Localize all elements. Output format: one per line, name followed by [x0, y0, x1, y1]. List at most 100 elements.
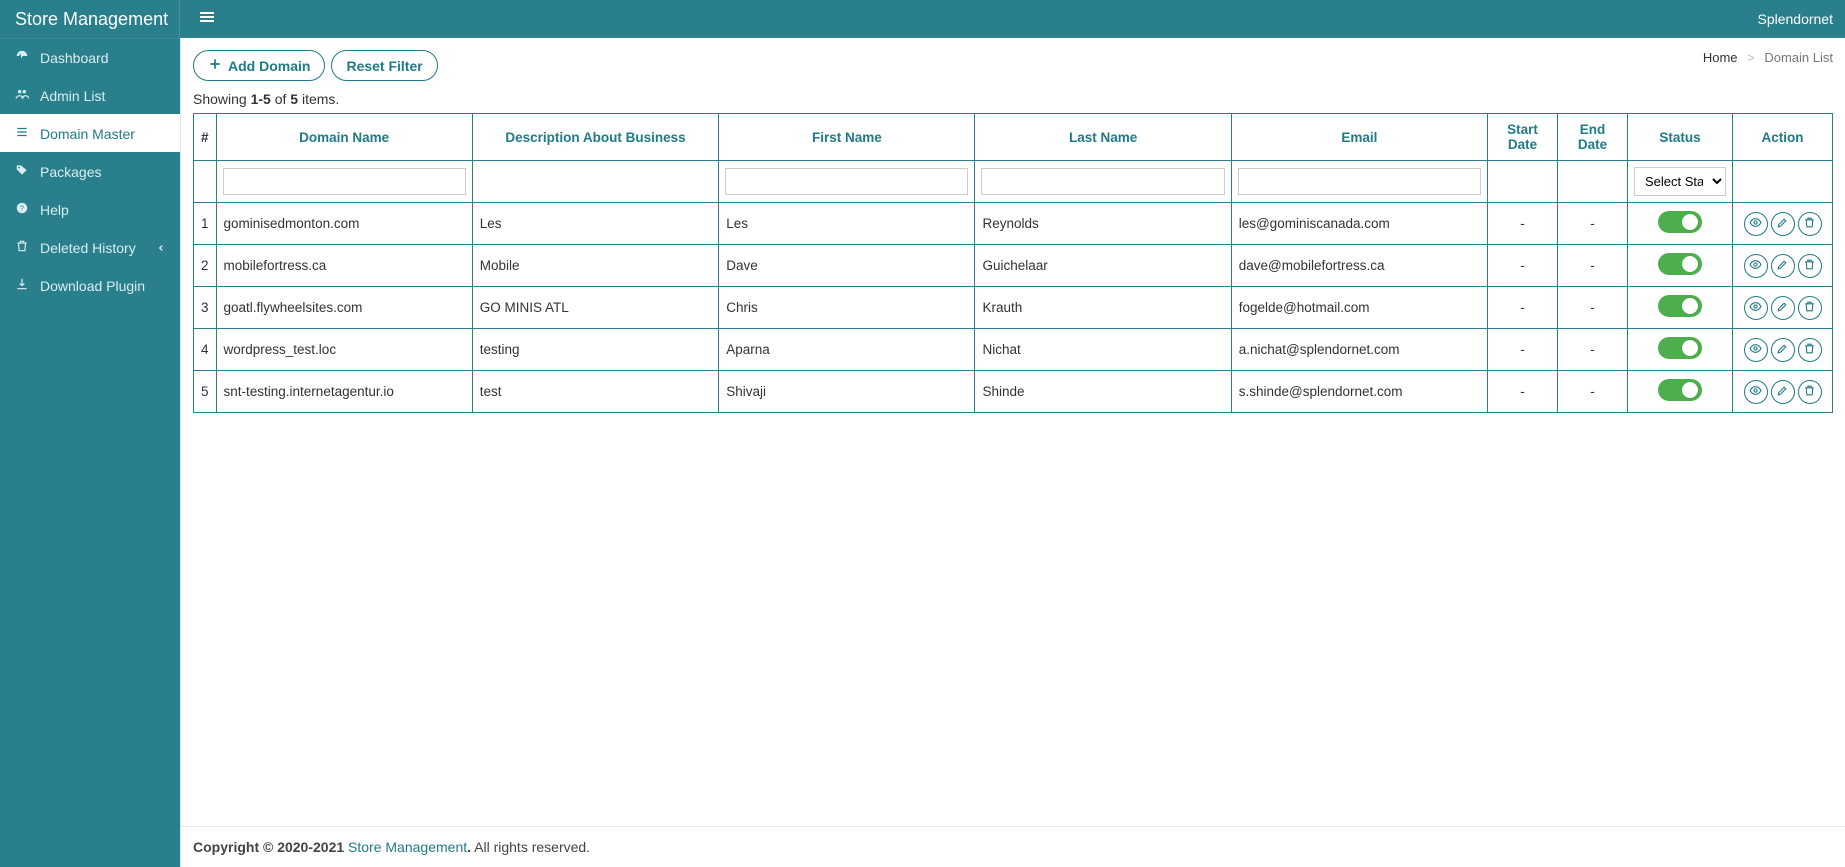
view-button[interactable]: [1744, 296, 1768, 320]
cell-status: [1628, 287, 1733, 329]
cell-end: -: [1558, 203, 1628, 245]
delete-button[interactable]: [1798, 338, 1822, 362]
sidebar-item-label: Download Plugin: [40, 278, 145, 294]
sidebar-item-packages[interactable]: Packages: [0, 152, 180, 190]
status-toggle[interactable]: [1658, 253, 1702, 275]
sidebar-item-download-plugin[interactable]: Download Plugin: [0, 266, 180, 304]
results-summary: Showing 1-5 of 5 items.: [193, 91, 1833, 107]
cell-num: 3: [194, 287, 217, 329]
cell-desc: Mobile: [472, 245, 719, 287]
cell-desc: test: [472, 371, 719, 413]
brand-logo[interactable]: Store Management: [0, 0, 180, 38]
col-action[interactable]: Action: [1733, 114, 1833, 161]
col-email[interactable]: Email: [1231, 114, 1487, 161]
sidebar-item-admin-list[interactable]: Admin List: [0, 76, 180, 114]
sidebar: Dashboard Admin List Domain Master Packages…: [0, 38, 180, 867]
footer-brand-link[interactable]: Store Management: [348, 839, 467, 855]
breadcrumb-home[interactable]: Home: [1703, 50, 1738, 65]
add-domain-button[interactable]: Add Domain: [193, 50, 325, 81]
breadcrumb-sep: >: [1747, 50, 1755, 65]
cell-email: les@gominiscanada.com: [1231, 203, 1487, 245]
col-first[interactable]: First Name: [719, 114, 975, 161]
col-start[interactable]: Start Date: [1488, 114, 1558, 161]
cell-domain: wordpress_test.loc: [216, 329, 472, 371]
col-end[interactable]: End Date: [1558, 114, 1628, 161]
table-row: 2mobilefortress.caMobileDaveGuichelaarda…: [194, 245, 1833, 287]
chevron-left-icon: [156, 240, 166, 256]
edit-button[interactable]: [1771, 296, 1795, 320]
delete-button[interactable]: [1798, 254, 1822, 278]
edit-button[interactable]: [1771, 254, 1795, 278]
plus-icon: [208, 57, 222, 74]
app-header: Store Management Splendornet: [0, 0, 1845, 38]
cell-last: Nichat: [975, 329, 1231, 371]
pencil-icon: [1776, 384, 1789, 400]
users-icon: [14, 87, 30, 104]
cell-domain: gominisedmonton.com: [216, 203, 472, 245]
trash-icon: [1803, 342, 1816, 358]
edit-button[interactable]: [1771, 380, 1795, 404]
pencil-icon: [1776, 216, 1789, 232]
sidebar-item-domain-master[interactable]: Domain Master: [0, 114, 180, 152]
filter-status-select[interactable]: Select Status: [1634, 167, 1726, 196]
delete-button[interactable]: [1798, 380, 1822, 404]
eye-icon: [1749, 216, 1762, 232]
filter-domain-input[interactable]: [223, 168, 466, 195]
reset-filter-button[interactable]: Reset Filter: [331, 50, 437, 81]
edit-button[interactable]: [1771, 212, 1795, 236]
cell-action: [1733, 203, 1833, 245]
cell-first: Shivaji: [719, 371, 975, 413]
col-status[interactable]: Status: [1628, 114, 1733, 161]
cell-first: Aparna: [719, 329, 975, 371]
eye-icon: [1749, 384, 1762, 400]
sidebar-item-label: Admin List: [40, 88, 105, 104]
status-toggle[interactable]: [1658, 379, 1702, 401]
cell-email: fogelde@hotmail.com: [1231, 287, 1487, 329]
cell-status: [1628, 329, 1733, 371]
col-last[interactable]: Last Name: [975, 114, 1231, 161]
col-desc[interactable]: Description About Business: [472, 114, 719, 161]
sidebar-item-label: Help: [40, 202, 69, 218]
status-toggle[interactable]: [1658, 295, 1702, 317]
filter-email-input[interactable]: [1238, 168, 1481, 195]
delete-button[interactable]: [1798, 212, 1822, 236]
view-button[interactable]: [1744, 338, 1768, 362]
col-domain[interactable]: Domain Name: [216, 114, 472, 161]
sidebar-item-help[interactable]: ?Help: [0, 190, 180, 228]
view-button[interactable]: [1744, 380, 1768, 404]
cell-num: 1: [194, 203, 217, 245]
cell-end: -: [1558, 287, 1628, 329]
user-menu[interactable]: Splendornet: [1757, 0, 1833, 38]
eye-icon: [1749, 258, 1762, 274]
status-toggle[interactable]: [1658, 211, 1702, 233]
breadcrumb-current: Domain List: [1764, 50, 1833, 65]
view-button[interactable]: [1744, 254, 1768, 278]
download-icon: [14, 277, 30, 294]
cell-email: s.shinde@splendornet.com: [1231, 371, 1487, 413]
filter-first-input[interactable]: [725, 168, 968, 195]
sidebar-toggle[interactable]: [192, 0, 222, 42]
cell-start: -: [1488, 371, 1558, 413]
cell-email: dave@mobilefortress.ca: [1231, 245, 1487, 287]
sidebar-item-dashboard[interactable]: Dashboard: [0, 38, 180, 76]
cell-last: Guichelaar: [975, 245, 1231, 287]
breadcrumb: Home > Domain List: [1703, 50, 1833, 65]
footer: Copyright © 2020-2021 Store Management. …: [181, 826, 1845, 867]
filter-last-input[interactable]: [981, 168, 1224, 195]
list-icon: [14, 125, 30, 142]
sidebar-item-deleted-history[interactable]: Deleted History: [0, 228, 180, 266]
status-toggle[interactable]: [1658, 337, 1702, 359]
sidebar-item-label: Packages: [40, 164, 101, 180]
cell-end: -: [1558, 329, 1628, 371]
cell-last: Shinde: [975, 371, 1231, 413]
view-button[interactable]: [1744, 212, 1768, 236]
table-row: 1gominisedmonton.comLesLesReynoldsles@go…: [194, 203, 1833, 245]
dashboard-icon: [14, 49, 30, 66]
edit-button[interactable]: [1771, 338, 1795, 362]
cell-num: 2: [194, 245, 217, 287]
pencil-icon: [1776, 258, 1789, 274]
table-row: 4wordpress_test.loctestingAparnaNichata.…: [194, 329, 1833, 371]
tag-icon: [14, 163, 30, 180]
cell-email: a.nichat@splendornet.com: [1231, 329, 1487, 371]
delete-button[interactable]: [1798, 296, 1822, 320]
